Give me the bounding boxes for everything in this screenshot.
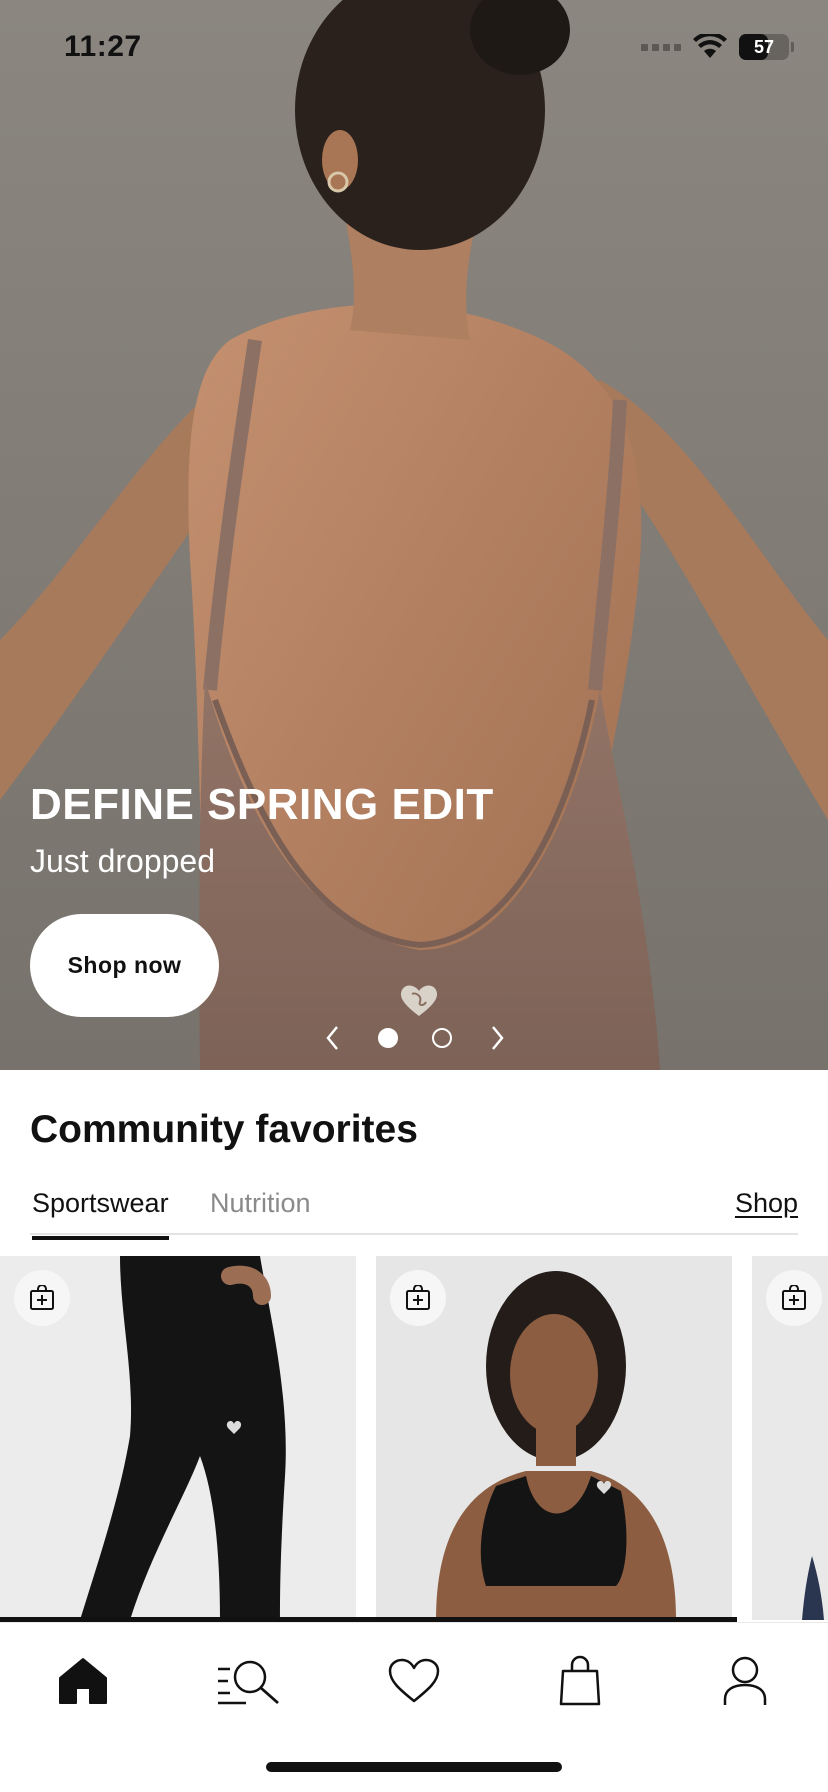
battery-level: 57 — [753, 36, 775, 57]
nav-search[interactable] — [214, 1651, 284, 1711]
product-card[interactable] — [376, 1256, 732, 1620]
heart-icon — [388, 1658, 440, 1703]
search-icon — [218, 1660, 279, 1705]
product-carousel[interactable] — [0, 1256, 828, 1620]
profile-icon — [723, 1656, 767, 1705]
add-to-bag-icon — [406, 1285, 430, 1310]
status-time: 11:27 — [64, 30, 142, 63]
nav-profile[interactable] — [710, 1651, 780, 1711]
status-icons: 57 — [641, 34, 794, 60]
add-to-bag-icon — [30, 1285, 54, 1310]
section-title: Community favorites — [30, 1108, 418, 1151]
tab-sportswear[interactable]: Sportswear — [32, 1188, 169, 1240]
add-to-bag-icon — [782, 1285, 806, 1310]
hero-banner[interactable]: 11:27 57 DEFINE SPRING EDIT Just dropped… — [0, 0, 828, 1070]
cellular-signal-icon — [641, 43, 681, 51]
carousel-next-button[interactable] — [486, 1020, 510, 1056]
hero-subtitle: Just dropped — [30, 843, 216, 879]
add-to-bag-button[interactable] — [390, 1270, 446, 1326]
home-icon — [59, 1658, 107, 1704]
hero-image — [0, 0, 828, 1070]
tab-nutrition[interactable]: Nutrition — [210, 1188, 311, 1235]
carousel-dot-2[interactable] — [432, 1028, 452, 1048]
nav-bag[interactable] — [545, 1651, 615, 1711]
chevron-right-icon — [492, 1026, 504, 1050]
hero-title: DEFINE SPRING EDIT — [30, 780, 494, 829]
nav-home[interactable] — [48, 1651, 118, 1711]
home-indicator — [266, 1762, 562, 1772]
battery-icon: 57 — [739, 34, 794, 60]
bag-icon — [559, 1655, 601, 1706]
product-card[interactable] — [0, 1256, 356, 1620]
chevron-left-icon — [326, 1026, 338, 1050]
brand-logo-icon — [400, 985, 438, 1016]
carousel-dot-1[interactable] — [378, 1028, 398, 1048]
carousel-controls — [320, 1020, 510, 1056]
shop-link[interactable]: Shop — [735, 1188, 798, 1219]
category-tabs: Sportswear Nutrition Shop — [30, 1183, 798, 1240]
shop-now-button[interactable]: Shop now — [30, 914, 219, 1017]
nav-wishlist[interactable] — [379, 1651, 449, 1711]
status-bar: 11:27 57 — [0, 0, 828, 100]
product-card[interactable] — [752, 1256, 828, 1620]
add-to-bag-button[interactable] — [14, 1270, 70, 1326]
add-to-bag-button[interactable] — [766, 1270, 822, 1326]
wifi-icon — [693, 34, 727, 58]
carousel-prev-button[interactable] — [320, 1020, 344, 1056]
